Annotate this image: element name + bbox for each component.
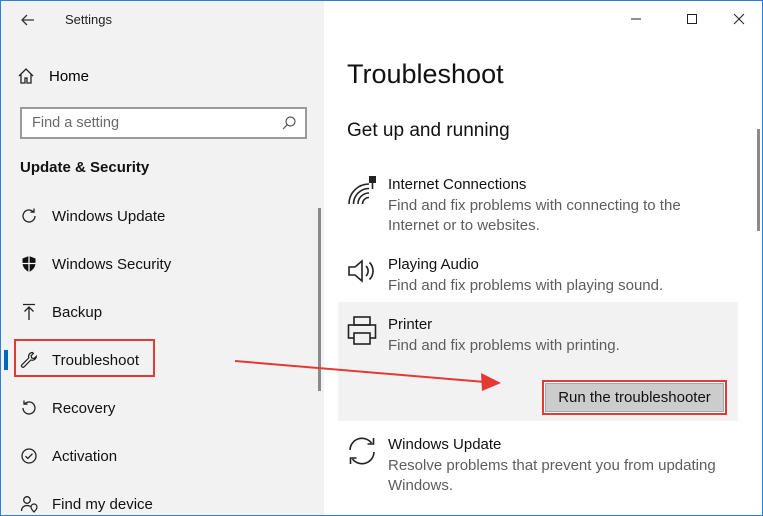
troubleshooter-title: Windows Update bbox=[388, 436, 502, 453]
main-scrollbar[interactable] bbox=[757, 129, 760, 231]
troubleshooter-internet-connections[interactable]: Internet Connections Find and fix proble… bbox=[338, 176, 738, 236]
sidebar-scrollbar[interactable] bbox=[318, 208, 321, 391]
sidebar-item-label: Backup bbox=[52, 303, 103, 321]
maximize-button[interactable] bbox=[679, 7, 705, 31]
run-troubleshooter-button[interactable]: Run the troubleshooter bbox=[545, 383, 724, 412]
sidebar: Settings Home Update & Security Windows … bbox=[1, 1, 324, 515]
sidebar-item-windows-update[interactable]: Windows Update bbox=[1, 196, 324, 236]
sidebar-item-find-my-device[interactable]: Find my device bbox=[1, 484, 324, 515]
search-input[interactable] bbox=[32, 115, 272, 131]
sidebar-item-label: Activation bbox=[52, 447, 118, 465]
search-icon[interactable] bbox=[281, 115, 297, 131]
sidebar-item-label: Find my device bbox=[52, 495, 153, 513]
page-title: Troubleshoot bbox=[347, 59, 504, 89]
troubleshooter-description: Resolve problems that prevent you from u… bbox=[388, 457, 716, 494]
window-title: Settings bbox=[65, 12, 112, 27]
person-location-icon bbox=[19, 494, 39, 514]
recovery-icon bbox=[19, 398, 39, 418]
troubleshooter-title: Printer bbox=[388, 316, 433, 333]
sidebar-item-label: Recovery bbox=[52, 399, 116, 417]
troubleshooter-playing-audio[interactable]: Playing Audio Find and fix problems with… bbox=[338, 256, 738, 296]
troubleshooter-title: Internet Connections bbox=[388, 176, 527, 193]
troubleshoot-highlight-box bbox=[14, 339, 155, 377]
activation-icon bbox=[19, 446, 39, 466]
back-button[interactable] bbox=[17, 9, 39, 31]
active-indicator bbox=[4, 350, 8, 370]
troubleshooter-description: Find and fix problems with connecting to… bbox=[388, 197, 681, 234]
troubleshooter-description: Find and fix problems with playing sound… bbox=[388, 277, 664, 294]
wifi-ethernet-icon bbox=[347, 176, 377, 206]
minimize-icon bbox=[631, 18, 641, 20]
main-content: Troubleshoot Get up and running Internet… bbox=[324, 1, 762, 515]
back-arrow-icon bbox=[21, 14, 34, 26]
section-subheading: Get up and running bbox=[347, 120, 510, 141]
troubleshooter-description: Find and fix problems with printing. bbox=[388, 337, 620, 354]
close-icon bbox=[733, 13, 745, 25]
shield-icon bbox=[19, 254, 39, 274]
troubleshooter-windows-update[interactable]: Windows Update Resolve problems that pre… bbox=[338, 436, 738, 496]
home-icon bbox=[18, 68, 34, 84]
maximize-icon bbox=[687, 14, 697, 24]
troubleshooter-printer[interactable]: Printer Find and fix problems with print… bbox=[338, 316, 738, 356]
sidebar-item-label: Windows Update bbox=[52, 207, 166, 225]
settings-window: Settings Home Update & Security Windows … bbox=[0, 0, 763, 516]
home-link[interactable]: Home bbox=[17, 63, 89, 89]
printer-icon bbox=[347, 316, 377, 346]
upload-icon bbox=[19, 302, 39, 322]
home-label: Home bbox=[49, 67, 90, 85]
title-bar: Settings bbox=[1, 1, 324, 37]
sidebar-item-label: Windows Security bbox=[52, 255, 172, 273]
sidebar-item-recovery[interactable]: Recovery bbox=[1, 388, 324, 428]
sidebar-item-backup[interactable]: Backup bbox=[1, 292, 324, 332]
run-button-highlight-box: Run the troubleshooter bbox=[542, 380, 727, 415]
refresh-icon bbox=[19, 206, 39, 226]
speaker-icon bbox=[347, 256, 377, 286]
minimize-button[interactable] bbox=[623, 7, 649, 31]
sync-icon bbox=[347, 436, 377, 466]
section-title: Update & Security bbox=[20, 159, 150, 176]
search-box bbox=[20, 107, 307, 139]
sidebar-item-windows-security[interactable]: Windows Security bbox=[1, 244, 324, 284]
sidebar-item-activation[interactable]: Activation bbox=[1, 436, 324, 476]
troubleshooter-title: Playing Audio bbox=[388, 256, 479, 273]
close-button[interactable] bbox=[726, 7, 752, 31]
